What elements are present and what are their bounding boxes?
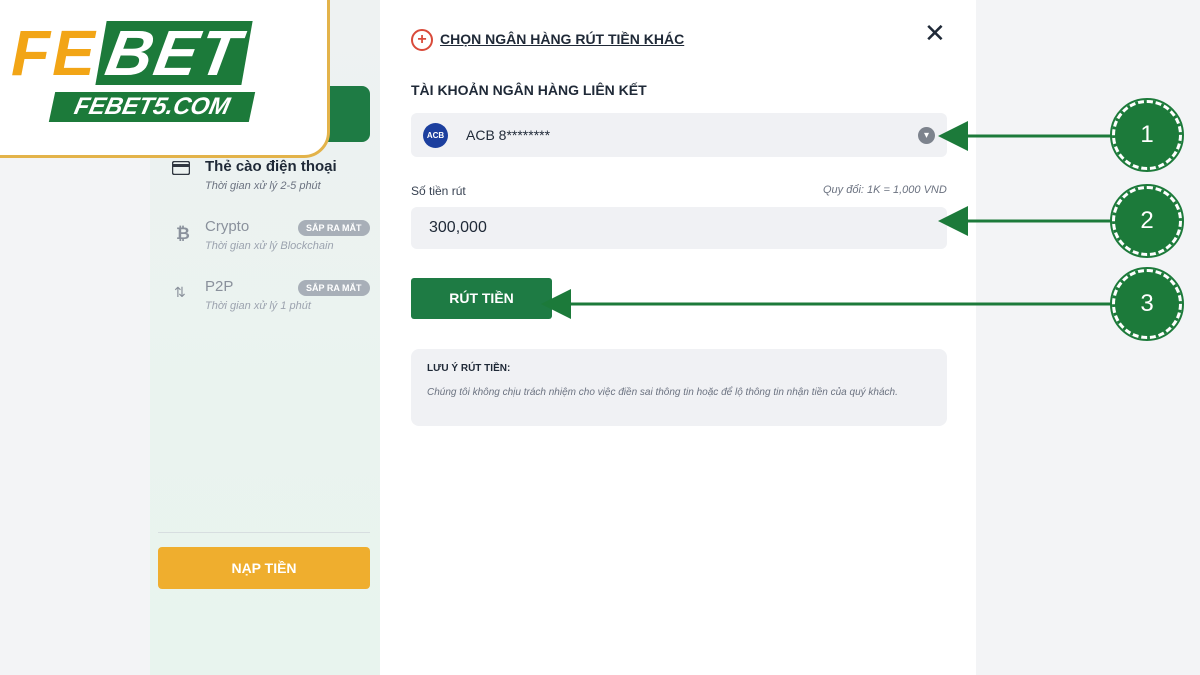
bank-account-select[interactable]: ACB ACB 8******** ▾	[411, 113, 947, 157]
amount-input[interactable]	[411, 207, 947, 249]
logo-bet-text: BET	[95, 17, 253, 89]
close-icon[interactable]: ✕	[924, 20, 946, 46]
method-subtitle: Thời gian xử lý 1 phút	[205, 300, 311, 312]
withdraw-note: LƯU Ý RÚT TIỀN: Chúng tôi không chịu trá…	[411, 349, 947, 426]
step-3-marker: 3	[1110, 267, 1184, 341]
exchange-rate-note: Quy đổi: 1K = 1,000 VND	[823, 184, 947, 196]
sidebar-divider	[158, 532, 370, 533]
bank-account-value: ACB 8********	[466, 127, 551, 143]
method-subtitle: Thời gian xử lý Blockchain	[205, 240, 334, 252]
step-1-marker: 1	[1110, 98, 1184, 172]
coming-soon-badge: SẮP RA MẮT	[298, 280, 370, 296]
chevron-down-icon[interactable]: ▾	[918, 127, 935, 144]
bank-logo-icon: ACB	[423, 123, 448, 148]
page-background	[976, 0, 1200, 675]
logo-domain: FEBET5.COM	[48, 92, 256, 122]
method-title: Crypto	[205, 218, 250, 235]
withdraw-button[interactable]: RÚT TIỀN	[411, 278, 552, 319]
method-title: Thẻ cào điện thoại	[205, 158, 337, 175]
card-icon	[171, 160, 191, 180]
plus-circle-icon[interactable]: +	[411, 29, 433, 51]
coming-soon-badge: SẮP RA MẮT	[298, 220, 370, 236]
method-subtitle: Thời gian xử lý 2-5 phút	[205, 180, 321, 192]
choose-other-bank-link[interactable]: CHỌN NGÂN HÀNG RÚT TIỀN KHÁC	[440, 31, 684, 47]
logo-fe-text: FE	[11, 17, 97, 89]
brand-logo: FEBET FEBET5.COM	[0, 0, 330, 158]
deposit-button[interactable]: NẠP TIỀN	[158, 547, 370, 589]
withdraw-panel	[380, 0, 976, 675]
note-text: Chúng tôi không chịu trách nhiệm cho việ…	[427, 387, 898, 398]
method-title: P2P	[205, 278, 234, 295]
p2p-icon: ⇅	[174, 284, 186, 300]
note-title: LƯU Ý RÚT TIỀN:	[427, 363, 511, 374]
logo-wordmark: FEBET	[11, 17, 253, 89]
step-2-marker: 2	[1110, 184, 1184, 258]
linked-account-title: TÀI KHOẢN NGÂN HÀNG LIÊN KẾT	[411, 82, 647, 98]
amount-label: Số tiền rút	[411, 184, 466, 198]
bitcoin-icon: ₿	[176, 224, 190, 243]
